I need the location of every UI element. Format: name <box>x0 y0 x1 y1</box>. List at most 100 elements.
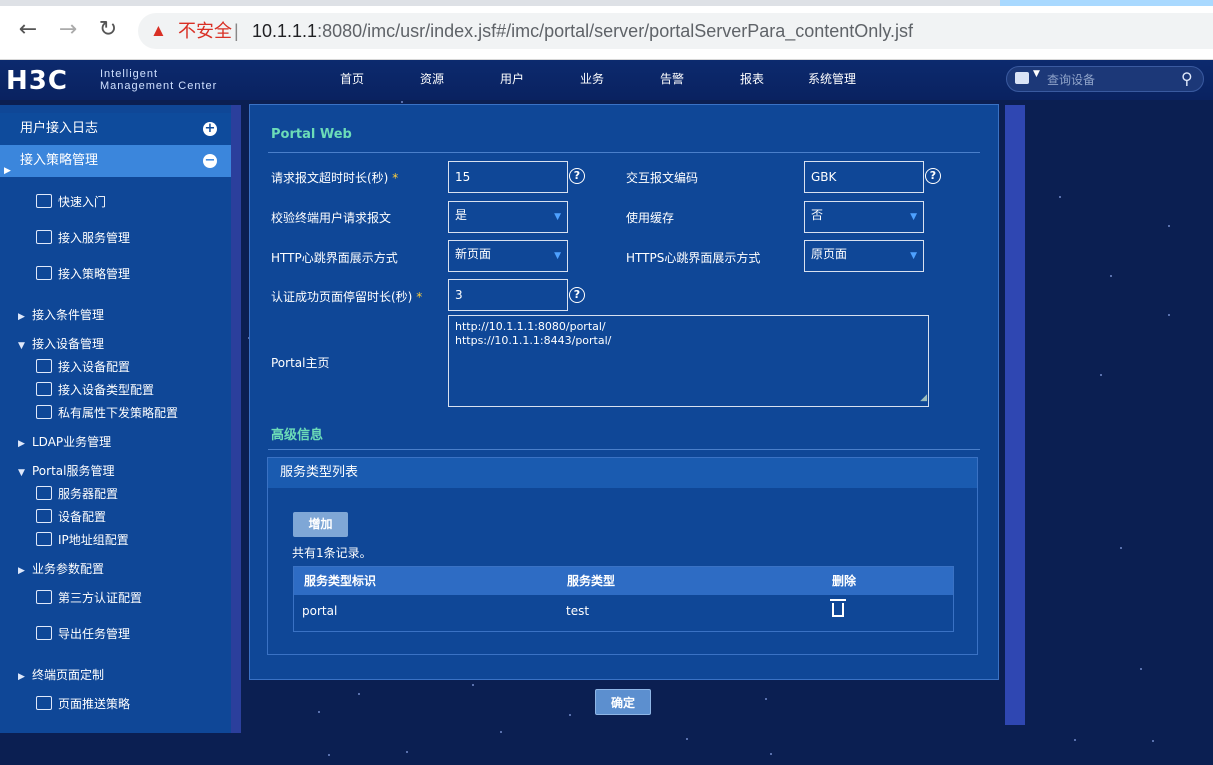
sidebar-item-label: 快速入门 <box>58 195 107 209</box>
sidebar-item-device-type[interactable]: 接入设备类型配置 <box>36 381 154 398</box>
dropdown-arrow-icon[interactable]: ▼ <box>554 251 561 261</box>
star-dot <box>1151 740 1154 743</box>
section-divider <box>268 449 980 450</box>
dropdown-arrow-icon[interactable]: ▼ <box>910 212 917 222</box>
expand-icon[interactable]: + <box>203 122 217 136</box>
nav-users[interactable]: 用户 <box>472 60 552 100</box>
http-heartbeat-select[interactable]: 新页面 ▼ <box>448 240 568 272</box>
service-type-cell: test <box>566 604 590 618</box>
search-input[interactable]: 查询设备 <box>1047 71 1095 88</box>
nav-alarms[interactable]: 告警 <box>632 60 712 100</box>
nav-home[interactable]: 首页 <box>312 60 392 100</box>
resize-handle-icon[interactable]: ◢ <box>920 391 927 405</box>
dropdown-arrow-icon[interactable]: ▼ <box>554 212 561 222</box>
caret-down-icon: ▼ <box>18 341 25 351</box>
caret-right-icon: ▶ <box>18 672 25 682</box>
address-bar[interactable]: ▲ 不安全 | 10.1.1.1:8080/imc/usr/index.jsf#… <box>138 13 1213 49</box>
sidebar-item-access-policy[interactable]: 接入策略管理 <box>36 265 130 282</box>
sidebar-group-label: 接入条件管理 <box>32 308 105 322</box>
sidebar-group-devices[interactable]: ▼ 接入设备管理 <box>18 335 104 352</box>
nav-services[interactable]: 业务 <box>552 60 632 100</box>
star-dot <box>1168 224 1171 227</box>
table-header: 服务类型标识 服务类型 删除 <box>294 567 953 595</box>
policy-icon <box>36 266 52 280</box>
active-tab[interactable] <box>1000 0 1213 6</box>
sidebar-head-label: 接入策略管理 <box>20 153 99 168</box>
ip-group-icon <box>36 532 52 546</box>
ok-button[interactable]: 确定 <box>595 689 651 715</box>
https-heartbeat-select[interactable]: 原页面 ▼ <box>804 240 924 272</box>
required-mark: * <box>416 290 423 304</box>
logo-subtitle-line2: Management Center <box>100 80 218 92</box>
sidebar-item-label: 导出任务管理 <box>58 627 131 641</box>
back-button[interactable]: ← <box>16 18 40 42</box>
select-value: 是 <box>455 208 468 222</box>
encoding-input[interactable]: GBK <box>804 161 924 193</box>
help-icon[interactable]: ? <box>569 287 585 303</box>
star-dot <box>764 698 767 700</box>
help-icon[interactable]: ? <box>925 168 941 184</box>
device-search[interactable]: ▼ 查询设备 ⚲ <box>1006 66 1204 92</box>
warning-icon[interactable]: ▲ <box>150 13 167 49</box>
column-header: 删除 <box>832 574 857 588</box>
search-icon[interactable]: ⚲ <box>1181 69 1193 88</box>
sidebar-item-quick-start[interactable]: 快速入门 <box>36 193 106 210</box>
sidebar-item-ip-group[interactable]: IP地址组配置 <box>36 531 129 548</box>
sidebar-item-export-task[interactable]: 导出任务管理 <box>36 625 130 642</box>
cache-select[interactable]: 否 ▼ <box>804 201 924 233</box>
add-button[interactable]: 增加 <box>293 512 348 537</box>
column-header: 服务类型标识 <box>304 574 377 588</box>
sidebar-item-private-attr[interactable]: 私有属性下发策略配置 <box>36 404 178 421</box>
device-type-config-icon <box>36 382 52 396</box>
third-party-auth-icon <box>36 590 52 604</box>
sidebar-item-device-config[interactable]: 接入设备配置 <box>36 358 130 375</box>
logo-subtitle-line1: Intelligent <box>100 68 159 80</box>
sidebar: 用户接入日志 + ▶ 接入策略管理 − 快速入门 接入服务管理 接入策略管理 ▶… <box>0 105 231 733</box>
tab-strip <box>0 0 1213 6</box>
sidebar-item-third-party-auth[interactable]: 第三方认证配置 <box>36 589 142 606</box>
sidebar-group-label: Portal服务管理 <box>32 464 115 478</box>
stay-duration-input[interactable]: 3 <box>448 279 568 311</box>
timeout-input[interactable]: 15 <box>448 161 568 193</box>
sidebar-head-access-policy[interactable]: ▶ 接入策略管理 − <box>0 145 231 177</box>
sidebar-head-access-log[interactable]: 用户接入日志 + <box>0 113 231 145</box>
url-text[interactable]: 10.1.1.1:8080/imc/usr/index.jsf#/imc/por… <box>252 13 913 49</box>
stay-duration-label: 认证成功页面停留时长(秒) * <box>271 288 422 305</box>
sidebar-group-biz-params[interactable]: ▶ 业务参数配置 <box>18 560 104 577</box>
sidebar-group-label: 终端页面定制 <box>32 668 105 682</box>
service-id-cell: portal <box>302 604 338 618</box>
nav-resources[interactable]: 资源 <box>392 60 472 100</box>
sidebar-group-portal[interactable]: ▼ Portal服务管理 <box>18 462 114 479</box>
nav-system[interactable]: 系统管理 <box>792 60 872 100</box>
chevron-down-icon[interactable]: ▼ <box>1033 69 1040 79</box>
h3c-logo[interactable]: H3C <box>6 66 68 96</box>
sidebar-group-conditions[interactable]: ▶ 接入条件管理 <box>18 306 104 323</box>
scroll-track[interactable] <box>1005 105 1025 725</box>
select-value: 原页面 <box>811 247 848 261</box>
section-title-advanced: 高级信息 <box>271 428 324 443</box>
sidebar-item-server-config[interactable]: 服务器配置 <box>36 485 118 502</box>
background-strip <box>231 105 241 733</box>
sidebar-group-terminal-page[interactable]: ▶ 终端页面定制 <box>18 666 104 683</box>
help-icon[interactable]: ? <box>569 168 585 184</box>
dropdown-arrow-icon[interactable]: ▼ <box>910 251 917 261</box>
sidebar-group-ldap[interactable]: ▶ LDAP业务管理 <box>18 433 111 450</box>
collapse-icon[interactable]: − <box>203 154 217 168</box>
sidebar-item-portal-device[interactable]: 设备配置 <box>36 508 106 525</box>
nav-reports[interactable]: 报表 <box>712 60 792 100</box>
sidebar-item-access-service[interactable]: 接入服务管理 <box>36 229 130 246</box>
verify-select[interactable]: 是 ▼ <box>448 201 568 233</box>
sidebar-item-label: 页面推送策略 <box>58 697 131 711</box>
sidebar-item-label: 服务器配置 <box>58 487 119 501</box>
forward-button[interactable]: → <box>56 18 80 42</box>
label-text: 请求报文超时时长(秒) <box>271 171 389 185</box>
browser-toolbar: ← → ↻ ▲ 不安全 | 10.1.1.1:8080/imc/usr/inde… <box>0 0 1213 60</box>
device-type-icon[interactable] <box>1015 72 1029 84</box>
page-push-icon <box>36 696 52 710</box>
star-dot <box>357 693 360 696</box>
reload-button[interactable]: ↻ <box>96 18 120 42</box>
trash-icon[interactable] <box>830 599 846 617</box>
sidebar-item-page-push[interactable]: 页面推送策略 <box>36 695 130 712</box>
portal-home-textarea[interactable]: http://10.1.1.1:8080/portal/ https://10.… <box>448 315 929 407</box>
security-status[interactable]: 不安全 <box>178 13 232 49</box>
